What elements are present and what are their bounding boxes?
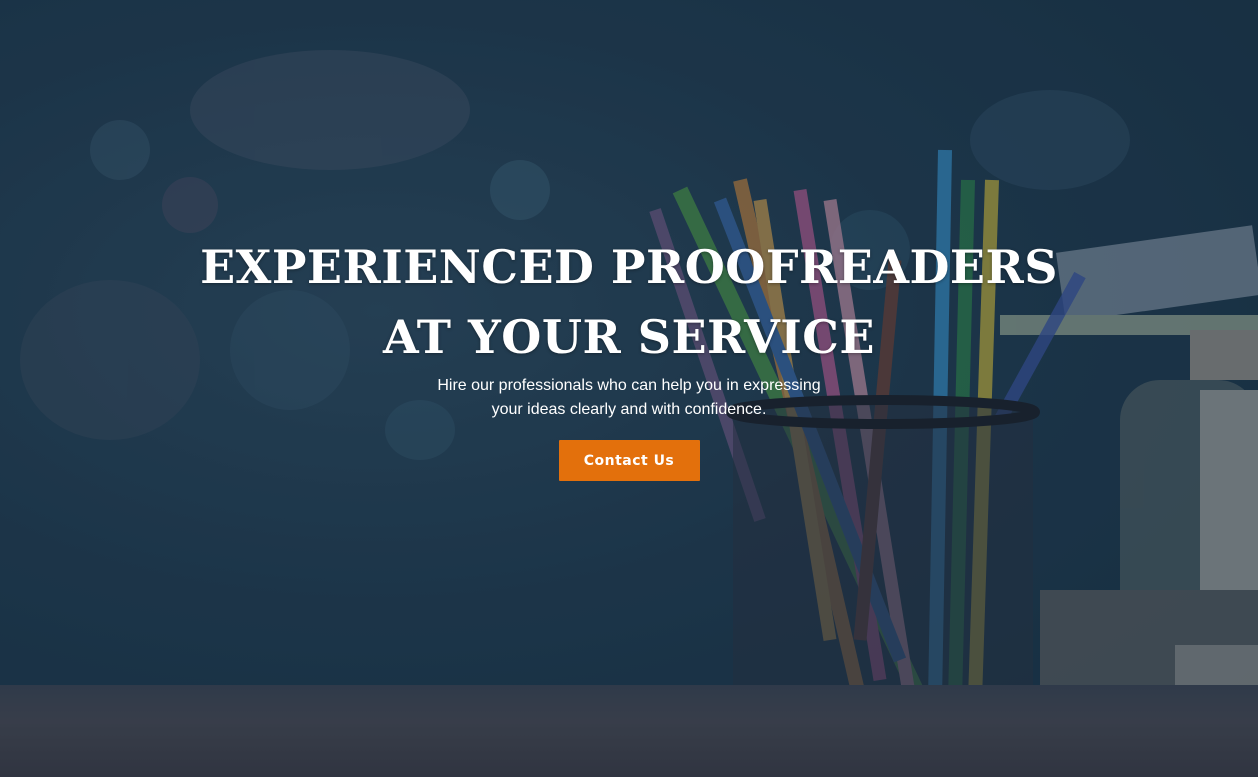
headline-line-2: AT YOUR SERVICE [383,310,875,364]
hero-section: EXPERIENCED PROOFREADERS AT YOUR SERVICE… [0,0,1258,777]
hero-headline: EXPERIENCED PROOFREADERS AT YOUR SERVICE [0,232,1258,372]
subtitle-line-2: your ideas clearly and with confidence. [491,401,767,418]
contact-us-button[interactable]: Contact Us [558,440,700,481]
headline-line-1: EXPERIENCED PROOFREADERS [200,240,1058,294]
hero-content: EXPERIENCED PROOFREADERS AT YOUR SERVICE… [0,232,1258,481]
hero-subtitle: Hire our professionals who can help you … [419,374,839,422]
subtitle-line-1: Hire our professionals who can help you … [437,377,821,394]
